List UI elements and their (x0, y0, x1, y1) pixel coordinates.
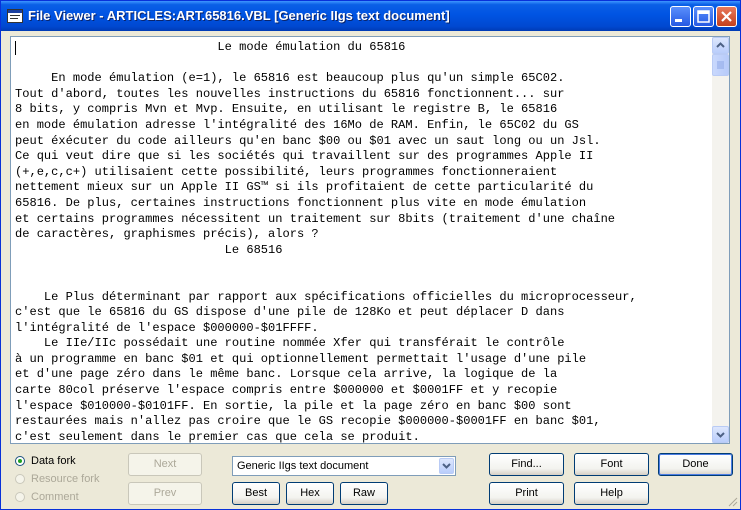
print-button[interactable]: Print (489, 482, 564, 505)
converter-select[interactable]: Generic IIgs text document (232, 456, 456, 476)
minimize-button[interactable] (670, 6, 691, 27)
dropdown-arrow[interactable] (439, 458, 454, 474)
grip-icon (717, 61, 724, 69)
radio-icon (15, 474, 25, 484)
radio-selected-icon (15, 456, 25, 466)
next-button[interactable]: Next (128, 453, 202, 476)
title-bar[interactable]: File Viewer - ARTICLES:ART.65816.VBL [Ge… (1, 1, 740, 31)
app-icon (7, 9, 23, 23)
help-button[interactable]: Help (574, 482, 649, 505)
close-button[interactable] (716, 6, 737, 27)
arrow-up-icon (716, 42, 725, 48)
close-icon (721, 11, 732, 22)
minimize-icon (675, 19, 682, 22)
scroll-thumb[interactable] (712, 54, 729, 76)
window-title: File Viewer - ARTICLES:ART.65816.VBL [Ge… (28, 8, 450, 23)
done-button[interactable]: Done (658, 453, 733, 476)
document-text: Le mode émulation du 65816 En mode émula… (15, 40, 637, 444)
file-viewer-window: File Viewer - ARTICLES:ART.65816.VBL [Ge… (0, 0, 741, 510)
raw-button[interactable]: Raw (340, 482, 388, 505)
arrow-down-icon (716, 432, 725, 438)
scroll-up-button[interactable] (712, 37, 729, 54)
radio-icon (15, 492, 25, 502)
scroll-down-button[interactable] (712, 426, 729, 443)
chevron-down-icon (442, 463, 451, 469)
maximize-button[interactable] (693, 6, 714, 27)
hex-button[interactable]: Hex (286, 482, 334, 505)
find-button[interactable]: Find... (489, 453, 564, 476)
font-button[interactable]: Font (574, 453, 649, 476)
vertical-scrollbar[interactable] (712, 37, 729, 443)
best-button[interactable]: Best (232, 482, 280, 505)
maximize-icon (697, 10, 710, 23)
resize-grip-icon[interactable] (726, 495, 738, 507)
document-text-area[interactable]: Le mode émulation du 65816 En mode émula… (10, 36, 730, 444)
prev-button[interactable]: Prev (128, 482, 202, 505)
